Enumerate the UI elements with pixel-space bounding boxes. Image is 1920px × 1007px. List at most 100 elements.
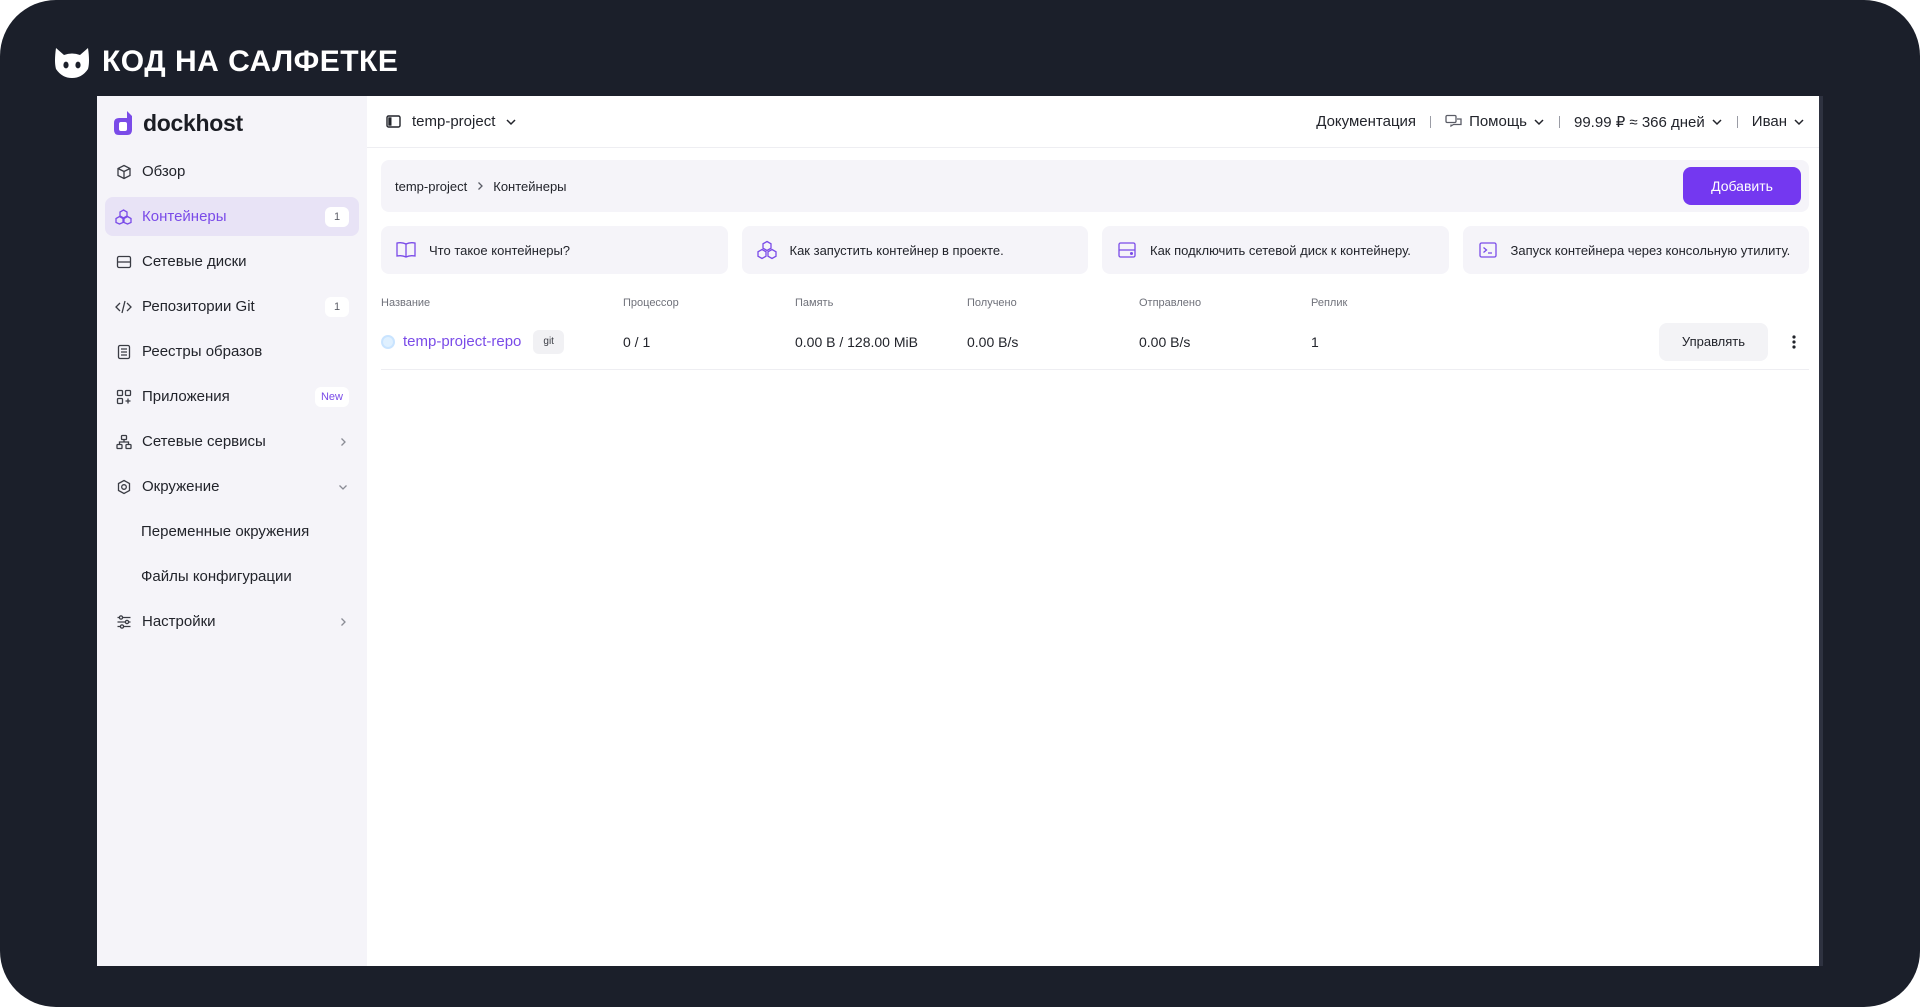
sidebar-item-label: Репозитории Git	[142, 298, 255, 315]
chevron-down-icon	[1534, 118, 1544, 125]
divider	[1559, 115, 1560, 128]
count-badge: 1	[325, 206, 349, 227]
brand: КОД НА САЛФЕТКЕ	[52, 42, 398, 82]
sidebar-item-containers[interactable]: Контейнеры 1	[105, 197, 359, 236]
container-link[interactable]: temp-project-repo	[403, 333, 521, 350]
sidebar-item-label: Файлы конфигурации	[141, 568, 292, 585]
breadcrumb-project[interactable]: temp-project	[395, 179, 467, 194]
sidebar-item-settings[interactable]: Настройки	[105, 602, 359, 641]
divider	[1430, 115, 1432, 128]
chevron-down-icon	[337, 481, 349, 493]
disk-icon	[115, 253, 132, 270]
col-name[interactable]: Название	[381, 297, 623, 309]
chevron-down-icon	[1794, 118, 1804, 125]
sidebar-item-label: Реестры образов	[142, 343, 263, 360]
logo-text: dockhost	[143, 109, 243, 136]
project-selector[interactable]: temp-project	[385, 113, 517, 130]
sidebar-item-registries[interactable]: Реестры образов	[105, 332, 359, 371]
col-memory[interactable]: Память	[795, 297, 967, 309]
sidebar-item-label: Окружение	[142, 478, 220, 495]
chevron-right-icon	[337, 616, 349, 628]
scrollbar[interactable]	[1819, 96, 1823, 966]
sidebar-item-label: Сетевые диски	[142, 253, 247, 270]
source-tag: git	[533, 329, 564, 354]
breadcrumb-current: Контейнеры	[493, 178, 567, 194]
balance-label: 99.99 ₽ ≈ 366 дней	[1574, 113, 1705, 131]
sidebar-item-git-repos[interactable]: Репозитории Git 1	[105, 287, 359, 326]
col-replicas[interactable]: Реплик	[1311, 297, 1659, 309]
manage-button[interactable]: Управлять	[1659, 322, 1768, 361]
help-menu[interactable]: Помощь	[1445, 113, 1545, 130]
chat-icon	[1445, 114, 1462, 127]
more-options-icon[interactable]	[1790, 334, 1799, 350]
page-content: temp-project Контейнеры Добавить Что так…	[367, 148, 1823, 382]
col-received[interactable]: Получено	[967, 297, 1139, 309]
guide-card-run-container[interactable]: Как запустить контейнер в проекте.	[741, 226, 1088, 274]
balance-menu[interactable]: 99.99 ₽ ≈ 366 дней	[1574, 113, 1723, 131]
sidebar-nav: Обзор Контейнеры 1 Сетевые диски Репозит…	[105, 152, 359, 641]
new-badge: New	[314, 386, 349, 407]
col-sent[interactable]: Отправлено	[1139, 297, 1311, 309]
guide-label: Запуск контейнера через консольную утили…	[1510, 242, 1791, 258]
network-icon	[115, 433, 132, 450]
guide-label: Как запустить контейнер в проекте.	[789, 242, 1004, 258]
disk-icon	[1118, 242, 1136, 258]
book-icon	[396, 242, 416, 258]
terminal-icon	[1478, 242, 1497, 258]
sidebar-item-network-disks[interactable]: Сетевые диски	[105, 242, 359, 281]
sidebar-item-apps[interactable]: Приложения New	[105, 377, 359, 416]
sidebar-item-environment[interactable]: Окружение	[105, 467, 359, 506]
col-cpu[interactable]: Процессор	[623, 297, 795, 309]
code-icon	[115, 298, 132, 315]
guide-card-connect-disk[interactable]: Как подключить сетевой диск к контейнеру…	[1102, 226, 1449, 274]
sent-value: 0.00 B/s	[1139, 333, 1191, 350]
sidebar-item-network-services[interactable]: Сетевые сервисы	[105, 422, 359, 461]
sidebar-item-env-variables[interactable]: Переменные окружения	[105, 512, 359, 551]
containers-table: Название Процессор Память Получено Отпра…	[381, 292, 1809, 370]
memory-value: 0.00 B / 128.00 MiB	[795, 333, 918, 350]
dockhost-logo[interactable]: dockhost	[105, 108, 359, 138]
divider	[1736, 115, 1738, 128]
dockhost-logo-icon	[114, 111, 132, 135]
sidebar: dockhost Обзор Контейнеры 1 Сетевые диск…	[97, 96, 367, 966]
name-cell: temp-project-repo git	[381, 329, 623, 354]
chevron-down-icon	[1712, 118, 1722, 125]
project-name: temp-project	[412, 113, 496, 130]
count-badge: 1	[325, 296, 349, 317]
settings-icon	[115, 613, 132, 630]
row-actions: Управлять	[1659, 322, 1809, 361]
sidebar-item-label: Обзор	[142, 163, 186, 180]
guide-label: Как подключить сетевой диск к контейнеру…	[1150, 242, 1411, 258]
sidebar-item-label: Сетевые сервисы	[142, 433, 266, 450]
brand-title: КОД НА САЛФЕТКЕ	[102, 45, 399, 78]
table-header: Название Процессор Память Получено Отпра…	[381, 292, 1809, 314]
breadcrumb: temp-project Контейнеры Добавить	[381, 160, 1809, 212]
help-label: Помощь	[1469, 113, 1527, 130]
sidebar-item-overview[interactable]: Обзор	[105, 152, 359, 191]
sidebar-toggle-icon[interactable]	[385, 113, 402, 130]
cat-logo-icon	[55, 48, 89, 78]
topbar-right: Документация Помощь 99.99 ₽ ≈ 366 дней И…	[1316, 113, 1805, 131]
guide-label: Что такое контейнеры?	[429, 242, 571, 258]
sidebar-item-label: Настройки	[142, 613, 216, 630]
outer-frame: КОД НА САЛФЕТКЕ dockhost Обзор Контейнер…	[0, 0, 1920, 1007]
sidebar-item-config-files[interactable]: Файлы конфигурации	[105, 557, 359, 596]
guide-card-what-are-containers[interactable]: Что такое контейнеры?	[381, 226, 728, 274]
docs-link[interactable]: Документация	[1316, 113, 1416, 130]
sidebar-item-label: Переменные окружения	[141, 523, 310, 540]
chevron-right-icon	[475, 178, 485, 194]
user-menu[interactable]: Иван	[1752, 113, 1805, 130]
topbar: temp-project Документация Помощь 99.99 ₽…	[367, 96, 1823, 148]
received-value: 0.00 B/s	[967, 333, 1019, 350]
sidebar-item-label: Контейнеры	[142, 208, 227, 225]
table-row: temp-project-repo git 0 / 1 0.00 B / 128…	[381, 314, 1809, 370]
chevron-down-icon	[506, 118, 516, 125]
app-window: dockhost Обзор Контейнеры 1 Сетевые диск…	[97, 96, 1823, 966]
box-icon	[115, 163, 132, 180]
guide-card-cli-launch[interactable]: Запуск контейнера через консольную утили…	[1462, 226, 1809, 274]
containers-icon	[115, 208, 132, 225]
add-button[interactable]: Добавить	[1683, 167, 1801, 205]
status-indicator	[381, 334, 395, 349]
env-icon	[115, 478, 132, 495]
sidebar-item-label: Приложения	[142, 388, 230, 405]
